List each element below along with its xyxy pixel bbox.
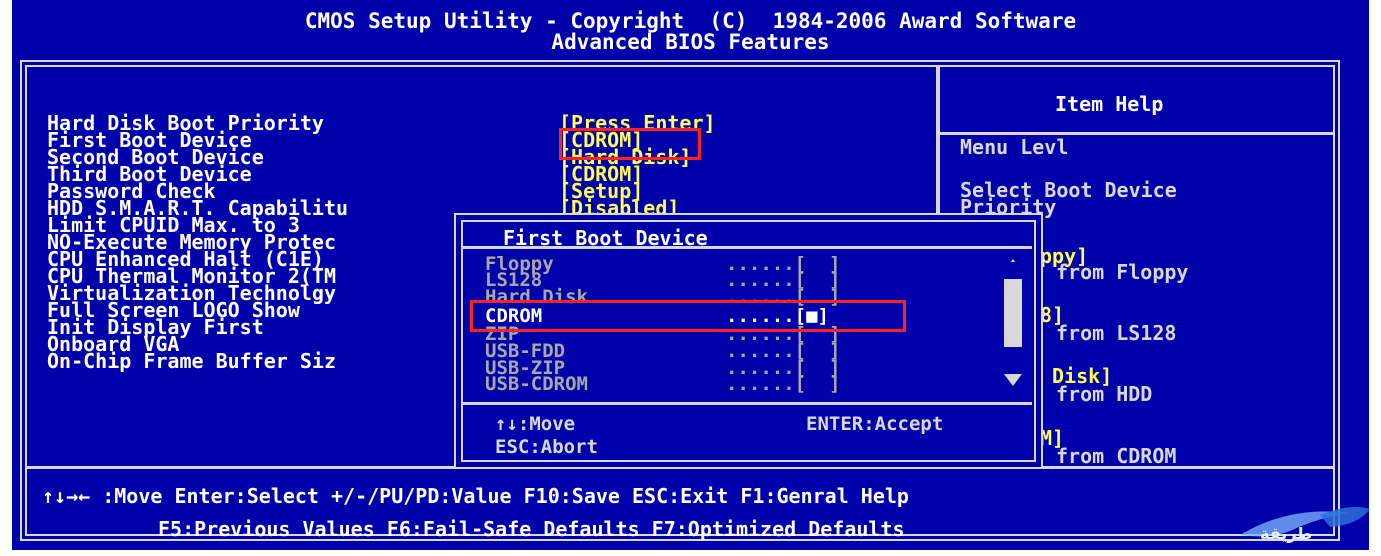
footer-keys-line2: F5:Previous Values F6:Fail-Safe Defaults… — [158, 517, 905, 541]
boot-option[interactable]: USB-CDROM — [485, 375, 588, 394]
first-boot-highlight — [559, 128, 701, 160]
scrollbar-thumb[interactable] — [1004, 279, 1022, 347]
dialog-move-hint: ↑↓:Move — [495, 413, 576, 435]
footer-keys-line1: ↑↓→← :Move Enter:Select +/-/PU/PD:Value … — [42, 484, 909, 508]
scroll-down-icon[interactable] — [1004, 374, 1022, 386]
header-subtitle: Advanced BIOS Features — [551, 30, 830, 54]
help-entry-desc: from CDROM — [1056, 444, 1177, 468]
header-title: CMOS Setup Utility - Copyright (C) 1984-… — [304, 9, 1077, 33]
help-entry-desc: from Floppy — [1056, 260, 1189, 284]
dialog-accept-hint: ENTER:Accept — [806, 413, 944, 435]
dialog-title-divider — [461, 246, 1032, 249]
boot-option-marker: ......[ ] — [726, 373, 841, 395]
help-entry-desc: from LS128 — [1056, 321, 1177, 345]
setting-label[interactable]: On-Chip Frame Buffer Siz — [47, 351, 336, 371]
help-menu-level: Menu Levl — [960, 135, 1069, 159]
watermark-logo-icon: طريقة — [1240, 507, 1370, 543]
help-entry-desc: from HDD — [1056, 382, 1153, 406]
watermark-text: طريقة — [1260, 524, 1312, 543]
dialog-abort-hint: ESC:Abort — [495, 436, 598, 458]
help-title: Item Help — [1055, 92, 1164, 116]
dialog-footer-divider — [461, 402, 1032, 405]
cdrom-highlight — [470, 300, 906, 332]
